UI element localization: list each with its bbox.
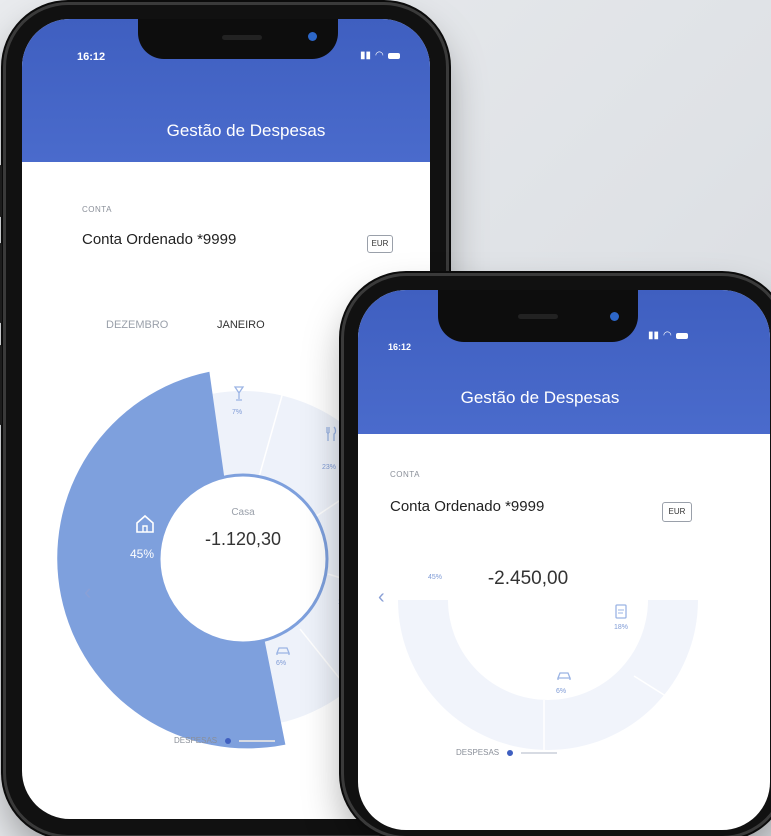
battery-icon — [387, 52, 400, 59]
signal-icon: ▮▮ — [360, 50, 372, 61]
house-icon — [136, 514, 154, 533]
segment-percent: 7% — [232, 409, 243, 416]
app-title: Gestão de Despesas — [460, 388, 620, 407]
app-header: 16:12 ▮▮ ◠ Gestão de Despesas — [358, 290, 770, 434]
notch — [138, 19, 338, 59]
toggle-label: DESPESAS — [456, 748, 500, 757]
chevron-left-icon[interactable]: ‹ — [84, 579, 91, 605]
month-prev[interactable]: DEZEMBRO — [106, 319, 168, 331]
segment-percent: 18% — [614, 624, 629, 631]
camera-icon — [610, 312, 619, 321]
fork-knife-icon — [326, 426, 337, 441]
segment-percent: 45% — [130, 547, 155, 561]
speaker — [222, 35, 262, 40]
wifi-icon: ◠ — [663, 330, 672, 341]
toggle-track — [521, 751, 558, 754]
speaker — [518, 314, 558, 319]
wifi-icon: ◠ — [375, 50, 384, 61]
status-icons: ▮▮ ◠ — [648, 330, 688, 341]
chevron-left-icon[interactable]: ‹ — [378, 586, 385, 609]
toggle-dot[interactable] — [507, 749, 514, 756]
app-header: 16:12 ▮▮ ◠ Gestão de Despesas — [22, 19, 430, 162]
car-icon — [276, 647, 290, 655]
segment-percent: 45% — [428, 574, 443, 581]
donut-center — [157, 473, 329, 645]
volume-button — [0, 165, 2, 217]
account-label: CONTA — [390, 470, 420, 479]
center-category: Casa — [231, 507, 255, 518]
donut-background — [398, 600, 698, 750]
account-label: CONTA — [82, 205, 112, 214]
expense-toggle[interactable]: DESPESAS — [174, 736, 276, 745]
phone-right: 16:12 ▮▮ ◠ Gestão de Despesas CONTA Cont… — [344, 276, 771, 836]
toggle-track — [239, 739, 276, 742]
status-icons: ▮▮ ◠ — [360, 50, 400, 61]
account-name[interactable]: Conta Ordenado *9999 — [390, 498, 544, 515]
app-title: Gestão de Despesas — [166, 121, 326, 140]
segment-percent: 23% — [322, 464, 337, 471]
screen-right: 16:12 ▮▮ ◠ Gestão de Despesas CONTA Cont… — [358, 290, 770, 830]
center-amount: -2.450,00 — [487, 568, 569, 589]
notch — [438, 290, 638, 342]
account-name[interactable]: Conta Ordenado *9999 — [82, 231, 236, 248]
month-current[interactable]: JANEIRO — [217, 319, 265, 331]
car-icon — [557, 672, 571, 680]
battery-icon — [675, 332, 688, 339]
expense-toggle[interactable]: DESPESAS — [456, 748, 558, 757]
status-time: 16:12 — [388, 342, 412, 352]
signal-icon: ▮▮ — [648, 330, 660, 341]
toggle-dot[interactable] — [225, 737, 232, 744]
camera-icon — [308, 32, 317, 41]
currency-badge[interactable]: EUR — [662, 502, 692, 522]
volume-button — [0, 243, 2, 323]
status-time: 16:12 — [77, 51, 106, 63]
center-amount: -1.120,30 — [204, 529, 282, 549]
toggle-label: DESPESAS — [174, 736, 218, 745]
currency-badge[interactable]: EUR — [367, 235, 393, 253]
segment-percent: 6% — [556, 688, 567, 695]
document-icon — [615, 604, 627, 619]
volume-button — [0, 345, 2, 425]
segment-percent: 6% — [276, 660, 287, 667]
glass-icon — [233, 386, 245, 401]
